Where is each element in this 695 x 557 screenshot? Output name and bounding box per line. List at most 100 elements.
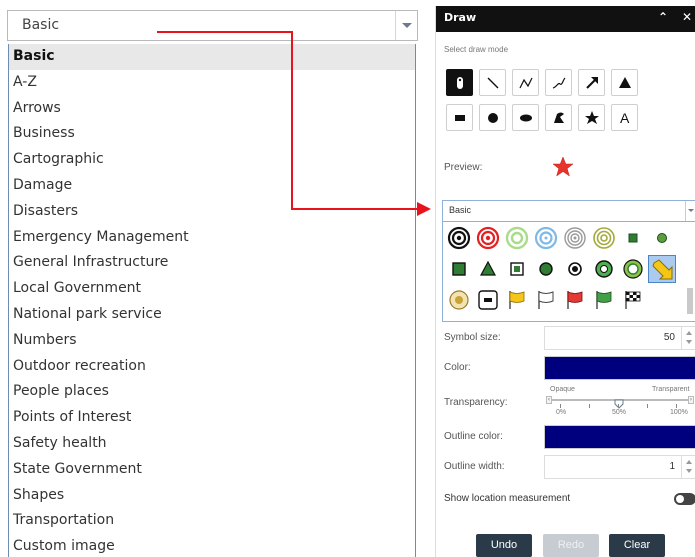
symbol-set-select[interactable]: Basic — [442, 200, 695, 222]
black-bullseye-icon — [447, 226, 471, 250]
draw-mode-star-button[interactable] — [578, 104, 605, 131]
undo-button[interactable]: Undo — [476, 534, 532, 557]
symbol-category-list: Basic A-Z Arrows Business Cartographic D… — [8, 44, 416, 557]
draw-panel: Draw ⌃ ✕ Select draw mode A Preview: Bas… — [435, 6, 695, 557]
black-square-framed-icon — [478, 290, 498, 310]
rectangle-icon — [455, 115, 465, 121]
symbol-green-flag[interactable] — [590, 286, 618, 314]
point-icon — [457, 77, 463, 89]
list-item[interactable]: A-Z — [9, 70, 415, 96]
color-swatch[interactable] — [544, 356, 695, 380]
tick-label: 100% — [670, 409, 688, 416]
symbol-red-bullseye[interactable] — [474, 224, 502, 252]
list-item[interactable]: People places — [9, 379, 415, 405]
chevron-down-icon[interactable] — [685, 201, 695, 221]
preview-star-icon — [552, 156, 574, 177]
green-gear-icon — [595, 260, 613, 278]
green-square-framed-icon — [452, 262, 466, 276]
red-bullseye-icon — [476, 226, 500, 250]
list-item[interactable]: National park service — [9, 302, 415, 328]
list-item[interactable]: Numbers — [9, 328, 415, 354]
symbol-yellow-flag[interactable] — [503, 286, 531, 314]
chevron-down-icon[interactable] — [395, 11, 417, 40]
symbol-yellow-arrow[interactable] — [648, 255, 676, 283]
outline-width-input[interactable]: 1 — [544, 455, 695, 479]
transparency-slider[interactable]: ‹ › 0% 50% 100% — [546, 396, 694, 418]
list-item[interactable]: Points of Interest — [9, 405, 415, 431]
outline-color-label: Outline color: — [444, 431, 503, 442]
green-triangle-icon — [479, 260, 497, 276]
symbol-olive-rings[interactable] — [590, 224, 618, 252]
list-item[interactable]: Custom image — [9, 534, 415, 557]
slider-thumb[interactable] — [614, 394, 624, 409]
symbol-blue-target[interactable] — [532, 224, 560, 252]
slider-increment-icon[interactable]: › — [688, 396, 694, 404]
list-item[interactable]: General Infrastructure — [9, 250, 415, 276]
clear-button[interactable]: Clear — [609, 534, 665, 557]
list-item[interactable]: Disasters — [9, 199, 415, 225]
freehand-line-icon — [552, 77, 566, 89]
close-icon[interactable]: ✕ — [682, 10, 692, 24]
symbol-white-flag[interactable] — [532, 286, 560, 314]
draw-mode-triangle-button[interactable] — [611, 69, 638, 96]
triangle-icon — [619, 77, 631, 88]
white-flag-icon — [538, 291, 554, 309]
list-item[interactable]: State Government — [9, 457, 415, 483]
draw-mode-line-button[interactable] — [479, 69, 506, 96]
symbol-compass-rose[interactable] — [445, 286, 473, 314]
symbol-black-dot-ring[interactable] — [561, 255, 589, 283]
symbol-green-square-small[interactable] — [619, 224, 647, 252]
draw-mode-point-button[interactable] — [446, 69, 473, 96]
symbol-red-flag[interactable] — [561, 286, 589, 314]
draw-mode-circle-button[interactable] — [479, 104, 506, 131]
green-square-outline-icon — [510, 262, 524, 276]
draw-mode-text-button[interactable]: A — [611, 104, 638, 131]
draw-mode-arrow-button[interactable] — [578, 69, 605, 96]
symbol-black-bullseye[interactable] — [445, 224, 473, 252]
draw-mode-rectangle-button[interactable] — [446, 104, 473, 131]
outline-width-stepper[interactable] — [681, 456, 695, 478]
symbol-green-target[interactable] — [503, 224, 531, 252]
preview-label: Preview: — [444, 162, 483, 173]
list-item[interactable]: Arrows — [9, 96, 415, 122]
list-item[interactable]: Transportation — [9, 508, 415, 534]
outline-color-swatch[interactable] — [544, 425, 695, 449]
symbol-green-square[interactable] — [445, 255, 473, 283]
draw-mode-ellipse-button[interactable] — [512, 104, 539, 131]
draw-mode-freehand-line-button[interactable] — [545, 69, 572, 96]
draw-mode-freehand-polygon-button[interactable] — [545, 104, 572, 131]
list-item[interactable]: Local Government — [9, 276, 415, 302]
symbol-category-select[interactable]: Basic — [7, 10, 418, 41]
freehand-polygon-icon — [554, 112, 564, 123]
symbol-green-gear[interactable] — [590, 255, 618, 283]
symbol-category-value: Basic — [22, 17, 60, 33]
symbol-size-input[interactable]: 50 — [544, 326, 695, 350]
list-item[interactable]: Shapes — [9, 483, 415, 509]
color-label: Color: — [444, 362, 471, 373]
list-item[interactable]: Emergency Management — [9, 225, 415, 251]
symbol-green-triangle[interactable] — [474, 255, 502, 283]
list-item[interactable]: Damage — [9, 173, 415, 199]
symbol-green-circle-framed[interactable] — [532, 255, 560, 283]
list-item[interactable]: Outdoor recreation — [9, 354, 415, 380]
symbol-checkered-flag[interactable] — [619, 286, 647, 314]
symbol-green-dot[interactable] — [648, 224, 676, 252]
symbol-gray-rings[interactable] — [561, 224, 589, 252]
svg-text:A: A — [620, 110, 630, 126]
list-item[interactable]: Basic — [9, 44, 415, 70]
symbol-size-stepper[interactable] — [681, 327, 695, 349]
show-measurement-toggle[interactable] — [674, 493, 695, 505]
list-item[interactable]: Cartographic — [9, 147, 415, 173]
redo-button[interactable]: Redo — [543, 534, 599, 557]
checkered-flag-icon — [625, 291, 641, 309]
list-item[interactable]: Business — [9, 121, 415, 147]
symbol-green-square-outline[interactable] — [503, 255, 531, 283]
collapse-chevrons-icon[interactable]: ⌃ — [658, 10, 668, 24]
symbol-green-badge[interactable] — [619, 255, 647, 283]
panel-header: Draw ⌃ ✕ — [436, 6, 695, 32]
list-item[interactable]: Safety health — [9, 431, 415, 457]
slider-decrement-icon[interactable]: ‹ — [546, 396, 552, 404]
draw-mode-polyline-button[interactable] — [512, 69, 539, 96]
gallery-scrollbar[interactable] — [687, 288, 693, 314]
symbol-black-square-framed[interactable] — [474, 286, 502, 314]
